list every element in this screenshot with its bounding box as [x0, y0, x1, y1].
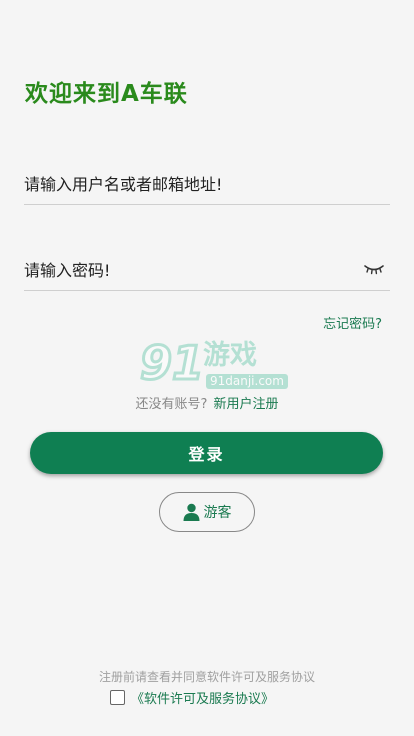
user-icon: [183, 503, 200, 521]
login-button[interactable]: 登录: [30, 432, 383, 474]
watermark-domain: 91danji.com: [206, 374, 288, 389]
eye-closed-icon[interactable]: [362, 260, 386, 278]
register-row: 还没有账号? 新用户注册: [0, 393, 414, 412]
guest-button-label: 游客: [203, 505, 232, 521]
watermark-digits: 91: [138, 336, 205, 390]
agreement-row: 《软件许可及服务协议》: [110, 688, 274, 707]
watermark-text: 游戏: [203, 340, 257, 371]
guest-button[interactable]: 游客: [159, 492, 255, 532]
page-title: 欢迎来到A车联: [25, 81, 188, 107]
terms-link[interactable]: 《软件许可及服务协议》: [131, 688, 274, 707]
terms-note: 注册前请查看并同意软件许可及服务协议: [98, 670, 315, 684]
forgot-password-link[interactable]: 忘记密码?: [323, 313, 382, 332]
agree-checkbox[interactable]: [110, 689, 125, 705]
no-account-prompt: 还没有账号?: [135, 397, 208, 412]
register-link[interactable]: 新用户注册: [213, 397, 278, 412]
watermark-logo: 91 游戏 91danji.com: [138, 336, 288, 396]
password-input[interactable]: [24, 250, 344, 290]
username-field-container: [24, 164, 390, 205]
username-input[interactable]: [24, 164, 344, 204]
password-field-container: [24, 250, 390, 291]
